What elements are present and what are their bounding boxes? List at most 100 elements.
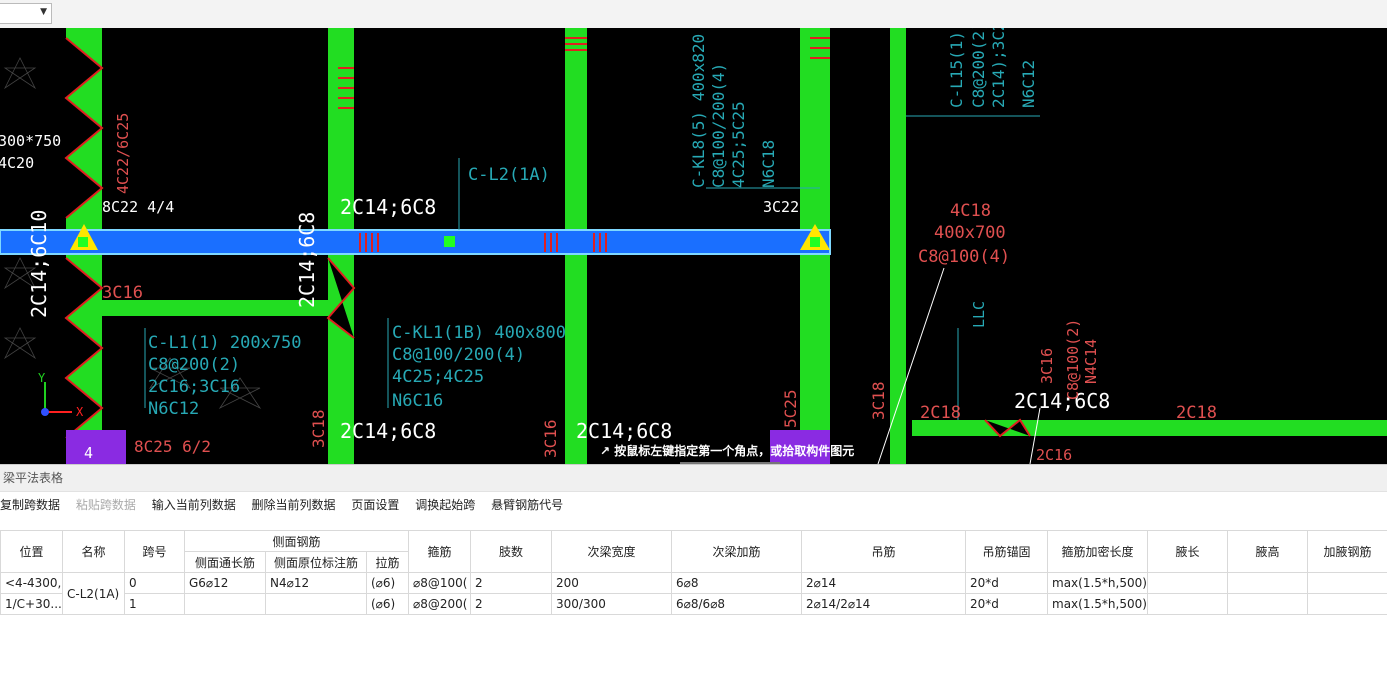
cantilever-code-button[interactable]: 悬臂钢筋代号 bbox=[491, 492, 563, 518]
selected-beam-c-l2[interactable] bbox=[0, 229, 831, 255]
col-hanger-anchor[interactable]: 吊筋锚固 bbox=[965, 530, 1049, 573]
cad-label: 2C16 bbox=[1036, 446, 1072, 464]
axis-y-label: Y bbox=[38, 371, 46, 385]
table-row[interactable]: <4-4300, C-L2(1A) 0 G6⌀12 N4⌀12 (⌀6) ⌀8@… bbox=[0, 572, 1387, 615]
delete-column-button[interactable]: 删除当前列数据 bbox=[252, 492, 336, 518]
cad-label: LLC bbox=[970, 301, 988, 328]
cad-label: 3C22 bbox=[763, 198, 799, 216]
cad-label: 2C16;3C16 bbox=[148, 377, 240, 397]
chevron-down-icon: ▼ bbox=[40, 7, 47, 17]
cell-dense-len[interactable]: max(1.5*h,500) bbox=[1047, 572, 1149, 594]
cell-stirrup[interactable]: ⌀8@200( bbox=[408, 593, 472, 615]
cad-label: 2C14;6C8 bbox=[340, 195, 436, 219]
cad-label: 3C18 bbox=[309, 409, 328, 448]
cad-label: 300*750 bbox=[0, 132, 61, 150]
col-haunch-h[interactable]: 腋高 bbox=[1227, 530, 1309, 573]
cell-haunch-len[interactable] bbox=[1147, 572, 1229, 594]
cell-side-through[interactable]: G6⌀12 bbox=[184, 572, 266, 594]
cell-haunch-bar[interactable] bbox=[1307, 572, 1387, 594]
cell-tie[interactable]: (⌀6) bbox=[365, 593, 410, 615]
col-name[interactable]: 名称 bbox=[62, 530, 125, 573]
input-column-button[interactable]: 输入当前列数据 bbox=[152, 492, 236, 518]
cad-label: 2C18 bbox=[1176, 403, 1217, 423]
cell-tie[interactable]: (⌀6) bbox=[365, 572, 410, 594]
cad-label: N4C14 bbox=[1082, 339, 1100, 384]
cad-label: 4C25;5C25 bbox=[729, 101, 748, 188]
cad-label: N6C18 bbox=[759, 140, 778, 188]
cell-side-original[interactable]: N4⌀12 bbox=[265, 572, 367, 594]
copy-span-button[interactable]: 复制跨数据 bbox=[0, 492, 60, 518]
layer-dropdown[interactable]: ▼ bbox=[0, 3, 52, 24]
cad-label: 400x700 bbox=[934, 223, 1006, 243]
cell-hanger[interactable]: 2⌀14/2⌀14 bbox=[801, 593, 967, 615]
col-span[interactable]: 跨号 bbox=[124, 530, 185, 573]
col-stirrup[interactable]: 箍筋 bbox=[408, 530, 472, 573]
cell-position[interactable]: 1/C+30... bbox=[0, 593, 63, 615]
col-side-group: 侧面钢筋 bbox=[183, 530, 410, 552]
col-dense-len[interactable]: 箍筋加密长度 bbox=[1047, 530, 1149, 573]
cad-label: C8@200(2) bbox=[148, 355, 240, 375]
cad-label: 4C18 bbox=[950, 201, 991, 221]
cell-hanger-anchor[interactable]: 20*d bbox=[965, 572, 1049, 594]
cell-legs[interactable]: 2 bbox=[470, 572, 553, 594]
cell-legs[interactable]: 2 bbox=[470, 593, 553, 615]
grip-start-point[interactable] bbox=[78, 237, 88, 247]
paste-span-button[interactable]: 粘贴跨数据 bbox=[76, 492, 136, 518]
cad-label: N6C12 bbox=[1019, 60, 1038, 108]
cad-label: 2C14;6C8 bbox=[295, 212, 319, 308]
swap-start-span-button[interactable]: 调换起始跨 bbox=[415, 492, 475, 518]
cad-label: N6C12 bbox=[148, 399, 199, 419]
cad-label: C8@100(4) bbox=[918, 247, 1010, 267]
cell-stirrup[interactable]: ⌀8@100( bbox=[408, 572, 472, 594]
cell-position[interactable]: <4-4300, bbox=[0, 572, 63, 594]
page-setup-button[interactable]: 页面设置 bbox=[351, 492, 399, 518]
cad-label: C8@100(2) bbox=[1064, 319, 1082, 400]
status-tip-text: 按鼠标左键指定第一个角点，或拾取构件图元 bbox=[614, 444, 855, 458]
cad-label: C-L1(1) 200x750 bbox=[148, 333, 302, 353]
col-haunch-bar[interactable]: 加腋钢筋 bbox=[1307, 530, 1387, 573]
status-tip: ↗ 按鼠标左键指定第一个角点，或拾取构件图元 bbox=[600, 442, 854, 460]
cell-haunch-len[interactable] bbox=[1147, 593, 1229, 615]
cell-dense-len[interactable]: max(1.5*h,500) bbox=[1047, 593, 1149, 615]
cell-haunch-h[interactable] bbox=[1227, 572, 1309, 594]
col-haunch-len[interactable]: 腋长 bbox=[1147, 530, 1229, 573]
cell-sec-width[interactable]: 300/300 bbox=[551, 593, 673, 615]
cell-haunch-bar[interactable] bbox=[1307, 593, 1387, 615]
cell-hanger-anchor[interactable]: 20*d bbox=[965, 593, 1049, 615]
cell-name[interactable]: C-L2(1A) bbox=[62, 572, 125, 615]
grip-end-point[interactable] bbox=[810, 237, 820, 247]
table-row[interactable]: 1/C+30... 1 (⌀6) ⌀8@200( 2 300/300 6⌀8/6… bbox=[0, 593, 1387, 615]
col-position[interactable]: 位置 bbox=[0, 530, 63, 573]
col-side-original[interactable]: 侧面原位标注筋 bbox=[265, 551, 367, 573]
cell-side-through[interactable] bbox=[184, 593, 266, 615]
cell-sec-add[interactable]: 6⌀8 bbox=[671, 572, 803, 594]
cad-label: 2C14;6C8 bbox=[340, 419, 436, 443]
cell-haunch-h[interactable] bbox=[1227, 593, 1309, 615]
cad-drawing[interactable]: 300*750 4C20 2C14;6C10 8C22 4/4 4C22/6C2… bbox=[0, 28, 1387, 464]
cad-label: 8C22 4/4 bbox=[102, 198, 174, 216]
cad-drawing-canvas[interactable]: 300*750 4C20 2C14;6C10 8C22 4/4 4C22/6C2… bbox=[0, 28, 1387, 464]
col-side-through[interactable]: 侧面通长筋 bbox=[184, 551, 266, 573]
cell-span[interactable]: 0 bbox=[124, 572, 185, 594]
cad-label: C8@100/200(4) bbox=[392, 345, 525, 365]
cell-sec-add[interactable]: 6⌀8/6⌀8 bbox=[671, 593, 803, 615]
cell-hanger[interactable]: 2⌀14 bbox=[801, 572, 967, 594]
cad-label: 3C18 bbox=[869, 381, 888, 420]
beam-table: 位置 名称 跨号 侧面钢筋 箍筋 肢数 次梁宽度 次梁加筋 吊筋 吊筋锚固 箍筋… bbox=[0, 530, 1387, 615]
cad-label: 8C25 6/2 bbox=[134, 437, 211, 456]
cad-label: 3C16 bbox=[541, 419, 560, 458]
col-sec-add[interactable]: 次梁加筋 bbox=[671, 530, 803, 573]
col-hanger[interactable]: 吊筋 bbox=[801, 530, 967, 573]
col-tie[interactable]: 拉筋 bbox=[365, 551, 410, 573]
top-toolbar: ▼ bbox=[0, 0, 1387, 29]
cad-label: 5C25 bbox=[781, 389, 800, 428]
col-legs[interactable]: 肢数 bbox=[470, 530, 553, 573]
panel-toolbar: 复制跨数据 粘贴跨数据 输入当前列数据 删除当前列数据 页面设置 调换起始跨 悬… bbox=[0, 492, 1387, 518]
cell-side-original[interactable] bbox=[265, 593, 367, 615]
cell-sec-width[interactable]: 200 bbox=[551, 572, 673, 594]
cell-span[interactable]: 1 bbox=[124, 593, 185, 615]
cad-label: 3C16 bbox=[102, 283, 143, 303]
cad-label: 2C14;6C8 bbox=[576, 419, 672, 443]
col-sec-width[interactable]: 次梁宽度 bbox=[551, 530, 673, 573]
grip-mid[interactable] bbox=[444, 236, 455, 247]
